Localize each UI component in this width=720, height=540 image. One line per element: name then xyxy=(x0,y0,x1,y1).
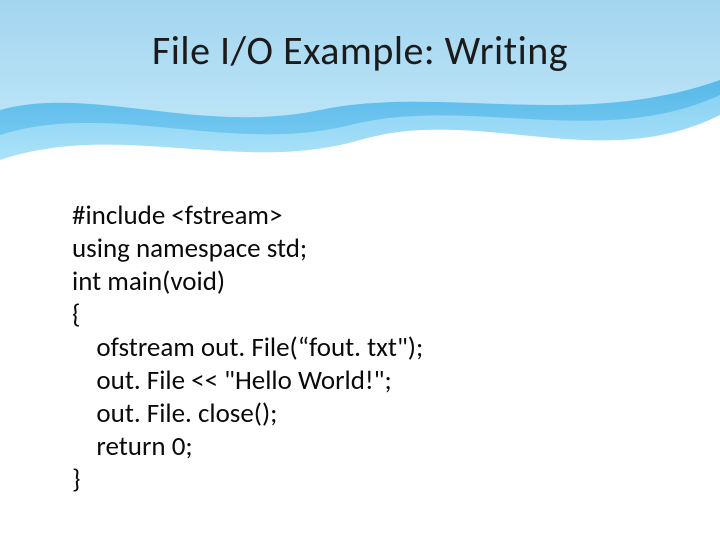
code-line: out. File. close(); xyxy=(72,397,277,430)
slide-title: File I/O Example: Writing xyxy=(0,26,720,75)
code-line: return 0; xyxy=(72,430,193,463)
code-example: #include <fstream> using namespace std; … xyxy=(72,200,423,496)
code-line: { xyxy=(72,298,81,331)
code-line: int main(void) xyxy=(72,265,225,298)
code-line: out. File << "Hello World!"; xyxy=(72,364,392,397)
code-line: #include <fstream> xyxy=(72,199,282,232)
code-line: ofstream out. File(“fout. txt"); xyxy=(72,331,423,364)
code-line: using namespace std; xyxy=(72,232,307,265)
code-line: } xyxy=(72,463,81,496)
